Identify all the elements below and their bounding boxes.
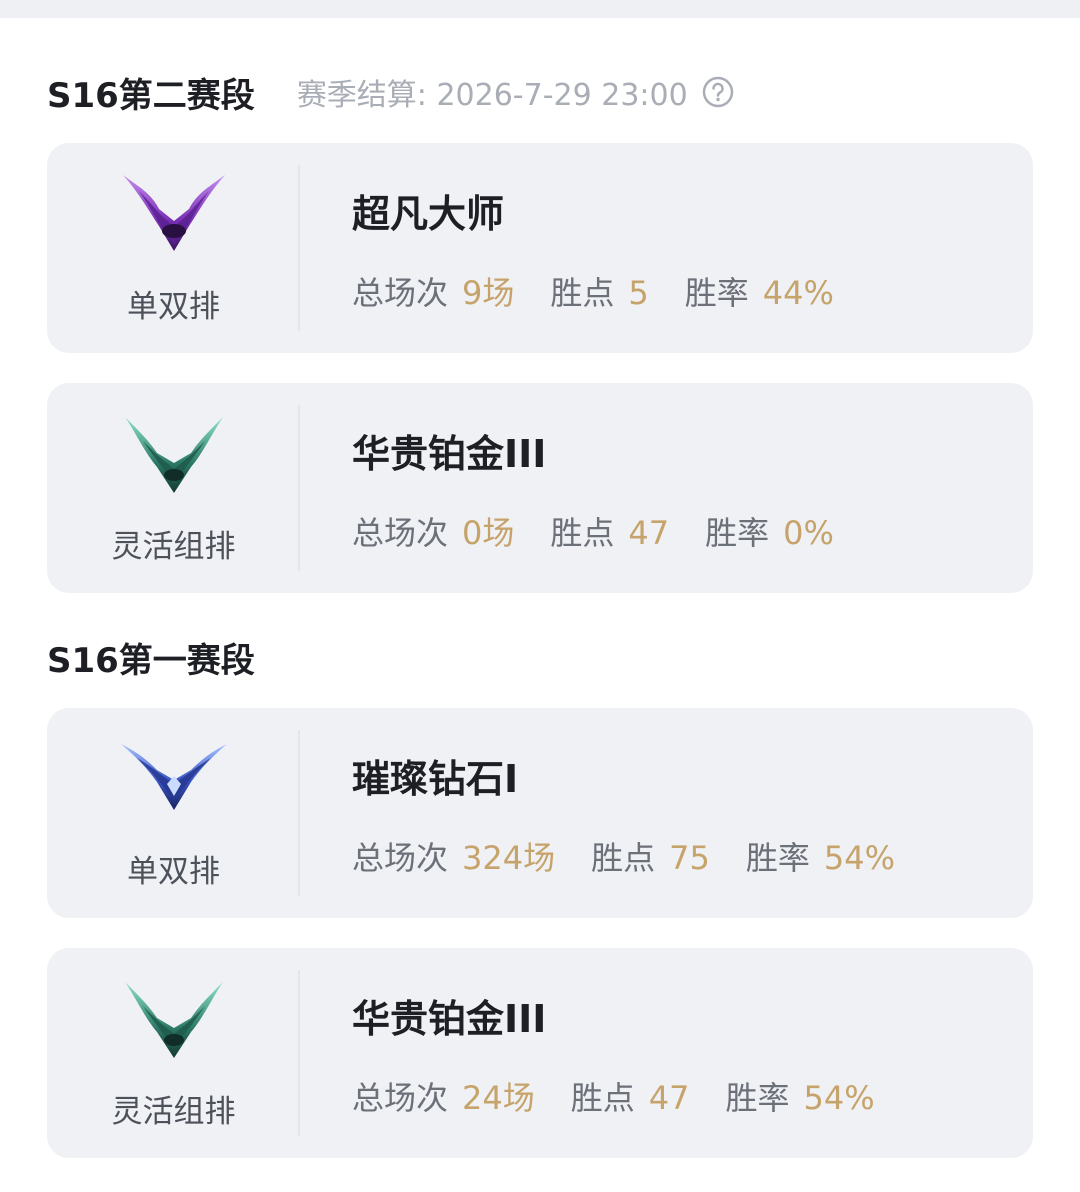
winrate-value: 54% [803, 1078, 875, 1117]
rank-history-page: S16第二赛段 赛季结算: 2026-7-29 23:00 单双排 超凡大师 总… [0, 18, 1080, 1158]
master-emblem-icon [122, 174, 225, 251]
games-value: 324场 [462, 838, 556, 877]
rank-info: 超凡大师 总场次 9场 胜点 5 胜率 44% [300, 143, 834, 353]
rank-stats: 总场次 24场 胜点 47 胜率 54% [352, 1073, 875, 1119]
lp-value: 5 [628, 273, 649, 312]
lp-value: 47 [628, 513, 670, 552]
games-value: 24场 [462, 1078, 535, 1117]
diamond-emblem-icon [120, 743, 227, 810]
rank-stats: 总场次 324场 胜点 75 胜率 54% [352, 833, 895, 879]
queue-label: 灵活组排 [111, 1093, 236, 1130]
winrate-value: 0% [783, 513, 834, 552]
lp-label: 胜点 [570, 1078, 635, 1117]
rank-card[interactable]: 单双排 超凡大师 总场次 9场 胜点 5 胜率 44% [47, 143, 1033, 353]
rank-name: 超凡大师 [352, 191, 505, 236]
season-section: S16第一赛段 单双排 璀璨钻石I 总场次 324场 胜点 75 胜率 54% … [47, 633, 1033, 1158]
queue-label: 单双排 [127, 288, 220, 325]
queue-column: 灵活组排 [47, 383, 300, 593]
queue-column: 单双排 [47, 708, 300, 918]
games-label: 总场次 [352, 273, 449, 312]
rank-stats: 总场次 0场 胜点 47 胜率 0% [352, 508, 834, 554]
games-value: 0场 [462, 513, 515, 552]
season-title: S16第一赛段 [47, 640, 255, 681]
winrate-label: 胜率 [684, 273, 749, 312]
games-value: 9场 [462, 273, 515, 312]
settle-text: 赛季结算: 2026-7-29 23:00 [296, 78, 688, 113]
queue-column: 灵活组排 [47, 948, 300, 1158]
rank-name: 华贵铂金III [352, 431, 547, 476]
rank-card[interactable]: 灵活组排 华贵铂金III 总场次 24场 胜点 47 胜率 54% [47, 948, 1033, 1158]
winrate-value: 54% [823, 838, 895, 877]
lp-label: 胜点 [550, 513, 615, 552]
lp-label: 胜点 [591, 838, 656, 877]
platinum-emblem-icon [124, 981, 223, 1058]
top-bar [0, 0, 1080, 18]
season-header: S16第二赛段 赛季结算: 2026-7-29 23:00 [47, 68, 1033, 116]
rank-card[interactable]: 单双排 璀璨钻石I 总场次 324场 胜点 75 胜率 54% [47, 708, 1033, 918]
rank-card[interactable]: 灵活组排 华贵铂金III 总场次 0场 胜点 47 胜率 0% [47, 383, 1033, 593]
help-icon[interactable] [702, 76, 734, 108]
queue-label: 单双排 [127, 853, 220, 890]
winrate-label: 胜率 [725, 1078, 790, 1117]
rank-name: 华贵铂金III [352, 996, 547, 1041]
games-label: 总场次 [352, 838, 449, 877]
platinum-emblem-icon [124, 416, 223, 493]
lp-value: 47 [648, 1078, 690, 1117]
winrate-label: 胜率 [745, 838, 810, 877]
winrate-label: 胜率 [705, 513, 770, 552]
winrate-value: 44% [762, 273, 834, 312]
rank-name: 璀璨钻石I [352, 756, 519, 801]
rank-info: 华贵铂金III 总场次 0场 胜点 47 胜率 0% [300, 383, 834, 593]
games-label: 总场次 [352, 1078, 449, 1117]
games-label: 总场次 [352, 513, 449, 552]
season-section: S16第二赛段 赛季结算: 2026-7-29 23:00 单双排 超凡大师 总… [47, 68, 1033, 593]
lp-value: 75 [669, 838, 710, 877]
lp-label: 胜点 [550, 273, 615, 312]
season-settle-info: 赛季结算: 2026-7-29 23:00 [297, 70, 734, 114]
rank-info: 华贵铂金III 总场次 24场 胜点 47 胜率 54% [300, 948, 875, 1158]
season-header: S16第一赛段 [47, 633, 1033, 681]
rank-stats: 总场次 9场 胜点 5 胜率 44% [352, 268, 834, 314]
queue-column: 单双排 [47, 143, 300, 353]
rank-info: 璀璨钻石I 总场次 324场 胜点 75 胜率 54% [300, 708, 895, 918]
queue-label: 灵活组排 [111, 528, 236, 565]
season-title: S16第二赛段 [47, 75, 255, 116]
